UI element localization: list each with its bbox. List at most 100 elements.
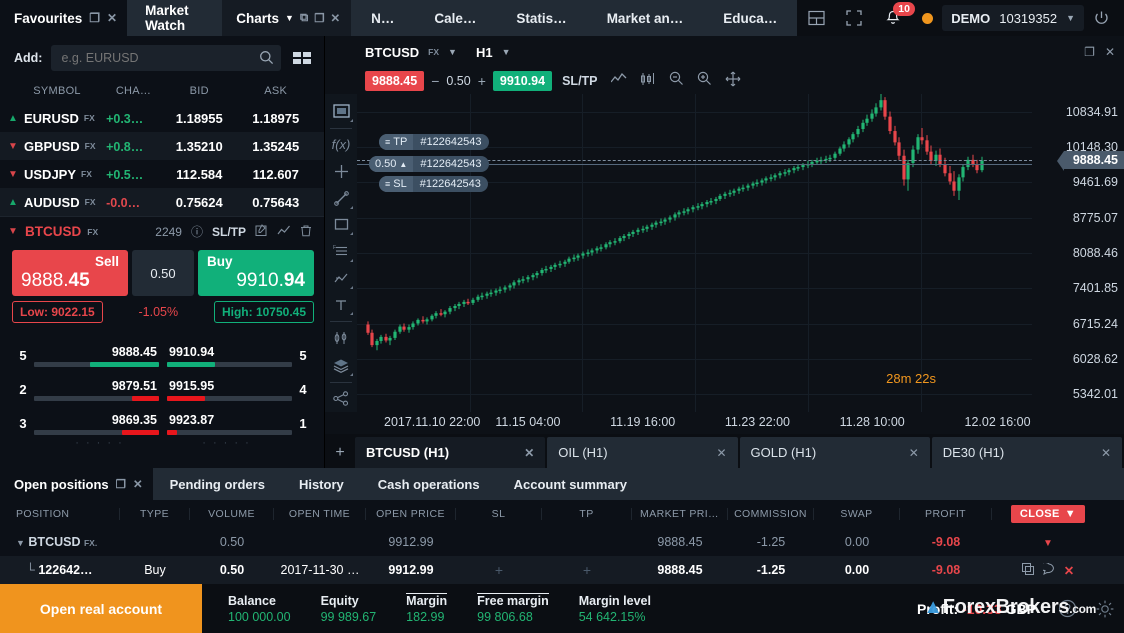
maximize-icon[interactable]: ❐ <box>1084 45 1095 59</box>
close-icon[interactable]: ✕ <box>1105 45 1115 59</box>
settings-gear-icon[interactable] <box>1086 584 1124 633</box>
chart-sltp-button[interactable]: SL/TP <box>562 74 597 88</box>
layout-icon[interactable] <box>797 0 835 36</box>
column-market-price[interactable]: MARKET PRI… <box>632 508 728 520</box>
zoom-out-icon[interactable] <box>669 71 684 91</box>
watchlist-row[interactable]: ▼ GBPUSD FX +0.8… 1.35210 1.35245 <box>0 132 324 160</box>
close-icon[interactable]: ✕ <box>133 477 143 491</box>
tab-market-watch[interactable]: Market Watch <box>127 0 223 36</box>
buy-button[interactable]: Buy 9910.94 <box>198 250 314 296</box>
symbol-ask[interactable]: 1.18975 <box>238 111 315 126</box>
indicators-icon[interactable]: f(x) <box>327 132 355 159</box>
elliott-wave-icon[interactable] <box>327 265 355 292</box>
candlestick-icon[interactable] <box>640 72 656 91</box>
volume-increment-button[interactable]: + <box>478 73 486 89</box>
column-sl[interactable]: SL <box>456 508 542 520</box>
close-icon[interactable]: ✕ <box>107 11 117 25</box>
depth-row[interactable]: 3 9869.35 9923.87 1 <box>12 401 314 435</box>
notifications-button[interactable]: 10 <box>873 0 915 36</box>
depth-row[interactable]: 2 9879.51 9915.95 4 <box>12 367 314 401</box>
nav-tab-news[interactable]: N… <box>351 0 414 36</box>
tab-history[interactable]: History <box>282 468 361 500</box>
collapse-icon[interactable]: ▼ <box>1043 538 1053 549</box>
delete-icon[interactable] <box>300 224 312 240</box>
tab-account-summary[interactable]: Account summary <box>497 468 644 500</box>
trend-line-icon[interactable] <box>327 185 355 212</box>
stop-loss-tag[interactable]: ≡ SL #122642543 <box>379 176 488 193</box>
symbol-bid[interactable]: 1.35210 <box>161 139 238 154</box>
column-volume[interactable]: VOLUME <box>190 508 274 520</box>
zoom-in-icon[interactable] <box>697 71 712 91</box>
chart-tab-btcusd[interactable]: BTCUSD (H1) ✕ <box>355 437 546 468</box>
close-icon[interactable]: ✕ <box>1101 446 1111 460</box>
add-chart-button[interactable]: + <box>327 437 353 468</box>
maximize-icon[interactable]: ❐ <box>314 11 324 25</box>
chevron-down-icon[interactable]: ▼ <box>1065 508 1076 520</box>
chevron-down-icon[interactable]: ▼ <box>285 13 294 23</box>
watchlist-row[interactable]: ▲ EURUSD FX +0.3… 1.18955 1.18975 <box>0 104 324 132</box>
set-sl-button[interactable]: + <box>495 562 503 578</box>
position-tag[interactable]: 0.50 ▲ #122642543 <box>369 156 489 173</box>
chart-tab-gold[interactable]: GOLD (H1) ✕ <box>739 437 930 468</box>
comment-icon[interactable] <box>1039 561 1055 578</box>
column-bid[interactable]: BID <box>161 85 238 97</box>
nav-tab-education[interactable]: Educa… <box>703 0 797 36</box>
maximize-icon[interactable]: ❐ <box>116 477 126 491</box>
layers-icon[interactable] <box>327 352 355 379</box>
candlestick-chart[interactable]: ≡ TP #122642543 0.50 ▲ #122642543 ≡ SL #122… <box>357 94 1032 412</box>
column-commission[interactable]: COMMISSION <box>728 508 814 520</box>
close-icon[interactable]: ✕ <box>909 446 919 460</box>
set-tp-button[interactable]: + <box>583 562 591 578</box>
info-icon[interactable]: ⓘ <box>191 223 203 240</box>
nav-tab-statistics[interactable]: Statis… <box>496 0 586 36</box>
table-row-group[interactable]: ▼ BTCUSD FX. 0.50 9912.99 9888.45 -1.25 … <box>0 528 1124 556</box>
chart-tab-de30[interactable]: DE30 (H1) ✕ <box>931 437 1122 468</box>
table-row[interactable]: └ 122642… Buy 0.50 2017-11-30 … 9912.99 … <box>0 556 1124 584</box>
close-icon[interactable]: ✕ <box>524 446 534 460</box>
search-icon[interactable] <box>259 50 274 70</box>
column-open-price[interactable]: OPEN PRICE <box>366 508 456 520</box>
column-profit[interactable]: PROFIT <box>900 508 992 520</box>
column-change[interactable]: CHA… <box>106 85 161 97</box>
close-icon[interactable]: ✕ <box>331 11 341 25</box>
volume-input[interactable]: 0.50 <box>132 250 194 296</box>
logout-button[interactable] <box>1084 0 1118 36</box>
popout-icon[interactable]: ⧉ <box>300 12 308 25</box>
chart-icon[interactable] <box>277 224 291 240</box>
fibonacci-icon[interactable]: F <box>327 238 355 265</box>
column-swap[interactable]: SWAP <box>814 508 900 520</box>
chart-volume-value[interactable]: 0.50 <box>446 74 470 88</box>
symbol-bid[interactable]: 0.75624 <box>161 195 238 210</box>
maximize-icon[interactable]: ❐ <box>89 11 100 25</box>
open-real-account-button[interactable]: Open real account <box>0 584 202 633</box>
line-chart-icon[interactable] <box>610 72 627 90</box>
duplicate-icon[interactable] <box>1021 562 1034 578</box>
rectangle-icon[interactable] <box>327 212 355 239</box>
tab-open-positions[interactable]: Open positions ❐ ✕ <box>0 468 153 500</box>
tab-charts[interactable]: Charts ▼ ⧉ ❐ ✕ <box>222 0 352 36</box>
chart-type-icon[interactable] <box>327 98 355 125</box>
chevron-down-icon[interactable]: ▼ <box>448 47 457 57</box>
symbol-ask[interactable]: 0.75643 <box>238 195 315 210</box>
share-icon[interactable] <box>327 385 355 412</box>
column-ask[interactable]: ASK <box>238 85 315 97</box>
column-open-time[interactable]: OPEN TIME <box>274 508 366 520</box>
column-position[interactable]: POSITION <box>0 508 120 520</box>
chart-buy-button[interactable]: 9910.94 <box>492 71 553 91</box>
search-input[interactable] <box>51 45 281 71</box>
nav-tab-calendar[interactable]: Cale… <box>414 0 496 36</box>
chart-tab-oil[interactable]: OIL (H1) ✕ <box>547 437 738 468</box>
sltp-label[interactable]: SL/TP <box>212 225 246 239</box>
volume-decrement-button[interactable]: − <box>431 73 439 89</box>
grid-view-icon[interactable] <box>290 47 314 69</box>
tab-pending-orders[interactable]: Pending orders <box>153 468 282 500</box>
column-type[interactable]: TYPE <box>120 508 190 520</box>
close-position-icon[interactable]: ✕ <box>1064 563 1074 578</box>
text-tool-icon[interactable] <box>327 292 355 319</box>
add-icon[interactable] <box>327 158 355 185</box>
account-selector[interactable]: DEMO 10319352 ▼ <box>942 5 1084 31</box>
chart-sell-button[interactable]: 9888.45 <box>365 71 425 91</box>
close-all-button[interactable]: CLOSE ▼ <box>1010 505 1086 523</box>
move-crosshair-icon[interactable] <box>725 71 741 92</box>
chevron-down-icon[interactable]: ▼ <box>1066 13 1075 23</box>
